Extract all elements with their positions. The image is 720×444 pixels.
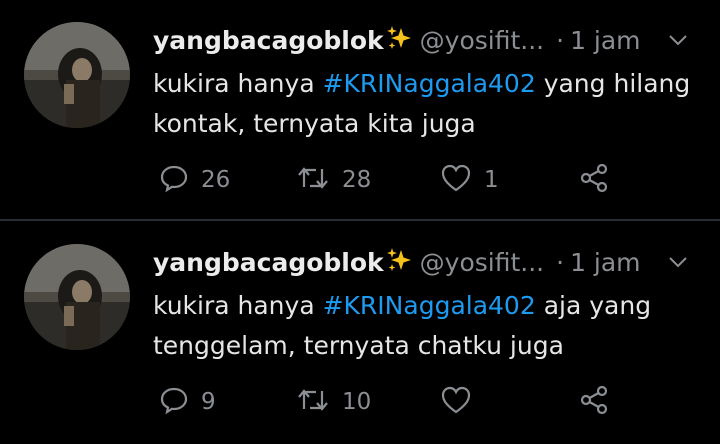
reply-count: 9 xyxy=(201,389,216,415)
tweet-text: kukira hanya #KRINaggala402 aja yang ten… xyxy=(153,286,693,366)
tweet-header: yangbacagoblok @yosifit... · 1 jam xyxy=(153,244,698,280)
timestamp[interactable]: 1 jam xyxy=(570,248,640,277)
retweet-button[interactable]: 28 xyxy=(296,160,371,200)
like-count: 1 xyxy=(484,167,499,193)
separator-dot: · xyxy=(556,25,565,55)
tweet[interactable]: yangbacagoblok @yosifit... · 1 jam kukir… xyxy=(0,222,720,444)
sparkles-icon xyxy=(386,247,412,277)
reply-count: 26 xyxy=(201,167,231,193)
tweet-divider xyxy=(0,219,720,221)
hashtag-link[interactable]: #KRINaggala402 xyxy=(323,291,536,320)
hashtag-link[interactable]: #KRINaggala402 xyxy=(323,69,536,98)
chevron-down-icon[interactable] xyxy=(666,28,690,56)
retweet-button[interactable]: 10 xyxy=(296,382,371,422)
retweet-count: 28 xyxy=(342,167,372,193)
handle[interactable]: @yosifit... xyxy=(420,26,544,55)
share-button[interactable] xyxy=(578,382,610,422)
display-name[interactable]: yangbacagoblok xyxy=(153,248,384,277)
share-icon xyxy=(578,384,610,420)
tweet-actions: 9 10 xyxy=(153,382,653,422)
handle[interactable]: @yosifit... xyxy=(420,248,544,277)
share-button[interactable] xyxy=(578,160,610,200)
reply-button[interactable]: 26 xyxy=(159,160,230,200)
tweet-text-before: kukira hanya xyxy=(153,291,323,320)
sparkles-icon xyxy=(386,25,412,55)
reply-icon xyxy=(159,163,189,197)
retweet-icon xyxy=(296,385,330,419)
reply-icon xyxy=(159,385,189,419)
retweet-count: 10 xyxy=(342,389,372,415)
tweet-text-before: kukira hanya xyxy=(153,69,323,98)
like-icon xyxy=(440,385,472,419)
retweet-icon xyxy=(296,163,330,197)
separator-dot: · xyxy=(556,247,565,277)
reply-button[interactable]: 9 xyxy=(159,382,216,422)
tweet[interactable]: yangbacagoblok @yosifit... · 1 jam kukir… xyxy=(0,0,720,219)
tweet-actions: 26 28 1 xyxy=(153,160,653,200)
like-icon xyxy=(440,163,472,197)
like-button[interactable]: 1 xyxy=(440,160,499,200)
tweet-header: yangbacagoblok @yosifit... · 1 jam xyxy=(153,22,698,58)
share-icon xyxy=(578,162,610,198)
avatar[interactable] xyxy=(24,22,130,128)
chevron-down-icon[interactable] xyxy=(666,250,690,278)
like-button[interactable] xyxy=(440,382,484,422)
avatar[interactable] xyxy=(24,244,130,350)
display-name[interactable]: yangbacagoblok xyxy=(153,26,384,55)
tweet-text: kukira hanya #KRINaggala402 yang hilang … xyxy=(153,64,693,144)
timestamp[interactable]: 1 jam xyxy=(570,26,640,55)
